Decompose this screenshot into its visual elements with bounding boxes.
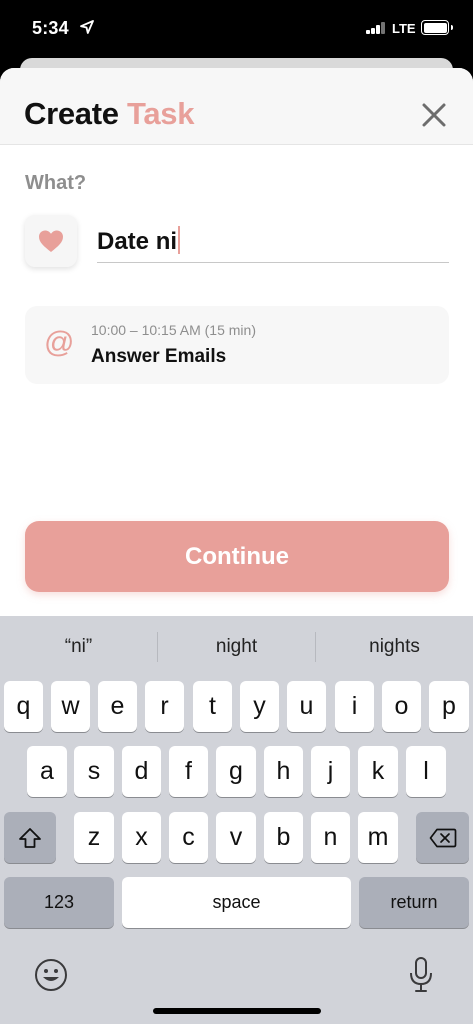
microphone-icon[interactable] [408, 956, 434, 994]
key-u[interactable]: u [287, 681, 326, 732]
delete-key[interactable] [416, 812, 469, 863]
prediction-item[interactable]: “ni” [0, 636, 157, 658]
emoji-icon[interactable] [34, 958, 68, 992]
close-button[interactable] [420, 101, 448, 129]
key-r[interactable]: r [145, 681, 184, 732]
battery-icon [421, 20, 453, 35]
key-z[interactable]: z [74, 812, 114, 863]
home-indicator [153, 1008, 321, 1014]
numbers-key[interactable]: 123 [4, 877, 114, 928]
key-g[interactable]: g [216, 746, 256, 797]
key-c[interactable]: c [169, 812, 208, 863]
key-a[interactable]: a [27, 746, 67, 797]
what-label: What? [25, 172, 87, 194]
at-icon: @ [44, 326, 75, 359]
prediction-item[interactable]: night [158, 636, 315, 658]
network-type: LTE [392, 21, 416, 36]
continue-button[interactable]: Continue [25, 521, 449, 592]
suggestion-time: 10:00 – 10:15 AM (15 min) [91, 322, 256, 338]
key-x[interactable]: x [122, 812, 161, 863]
key-s[interactable]: s [74, 746, 114, 797]
text-caret [178, 226, 181, 254]
key-y[interactable]: y [240, 681, 279, 732]
task-name-value: Date ni [97, 228, 178, 255]
suggestion-title: Answer Emails [91, 346, 227, 367]
key-e[interactable]: e [98, 681, 137, 732]
shift-icon [19, 827, 41, 848]
key-j[interactable]: j [311, 746, 350, 797]
predictive-bar: “ni” night nights [0, 616, 473, 676]
key-d[interactable]: d [122, 746, 161, 797]
return-key[interactable]: return [359, 877, 469, 928]
key-b[interactable]: b [264, 812, 303, 863]
key-m[interactable]: m [358, 812, 398, 863]
key-o[interactable]: o [382, 681, 421, 732]
title-accent: Task [127, 96, 195, 131]
key-k[interactable]: k [358, 746, 398, 797]
backspace-icon [429, 828, 456, 847]
signal-strength-icon [366, 22, 386, 34]
key-l[interactable]: l [406, 746, 446, 797]
suggested-task-card[interactable]: @ 10:00 – 10:15 AM (15 min) Answer Email… [25, 306, 449, 384]
space-key[interactable]: space [122, 877, 351, 928]
key-w[interactable]: w [51, 681, 90, 732]
status-bar: 5:34 LTE [0, 0, 473, 60]
key-p[interactable]: p [429, 681, 469, 732]
location-arrow-icon [80, 20, 94, 34]
status-time: 5:34 [32, 18, 69, 38]
page-title: Create Task [24, 96, 195, 132]
key-f[interactable]: f [169, 746, 208, 797]
shift-key[interactable] [4, 812, 56, 863]
close-icon [422, 103, 446, 127]
sheet-header: Create Task [0, 68, 473, 145]
key-n[interactable]: n [311, 812, 350, 863]
task-name-input[interactable]: Date ni [97, 220, 449, 263]
title-primary: Create [24, 96, 119, 131]
heart-icon [39, 230, 63, 252]
category-picker-button[interactable] [25, 215, 77, 267]
keyboard: “ni” night nights q w e r t y u i o p a … [0, 616, 473, 1024]
key-v[interactable]: v [216, 812, 256, 863]
key-i[interactable]: i [335, 681, 374, 732]
key-h[interactable]: h [264, 746, 303, 797]
key-t[interactable]: t [193, 681, 232, 732]
key-q[interactable]: q [4, 681, 43, 732]
prediction-item[interactable]: nights [316, 636, 473, 658]
